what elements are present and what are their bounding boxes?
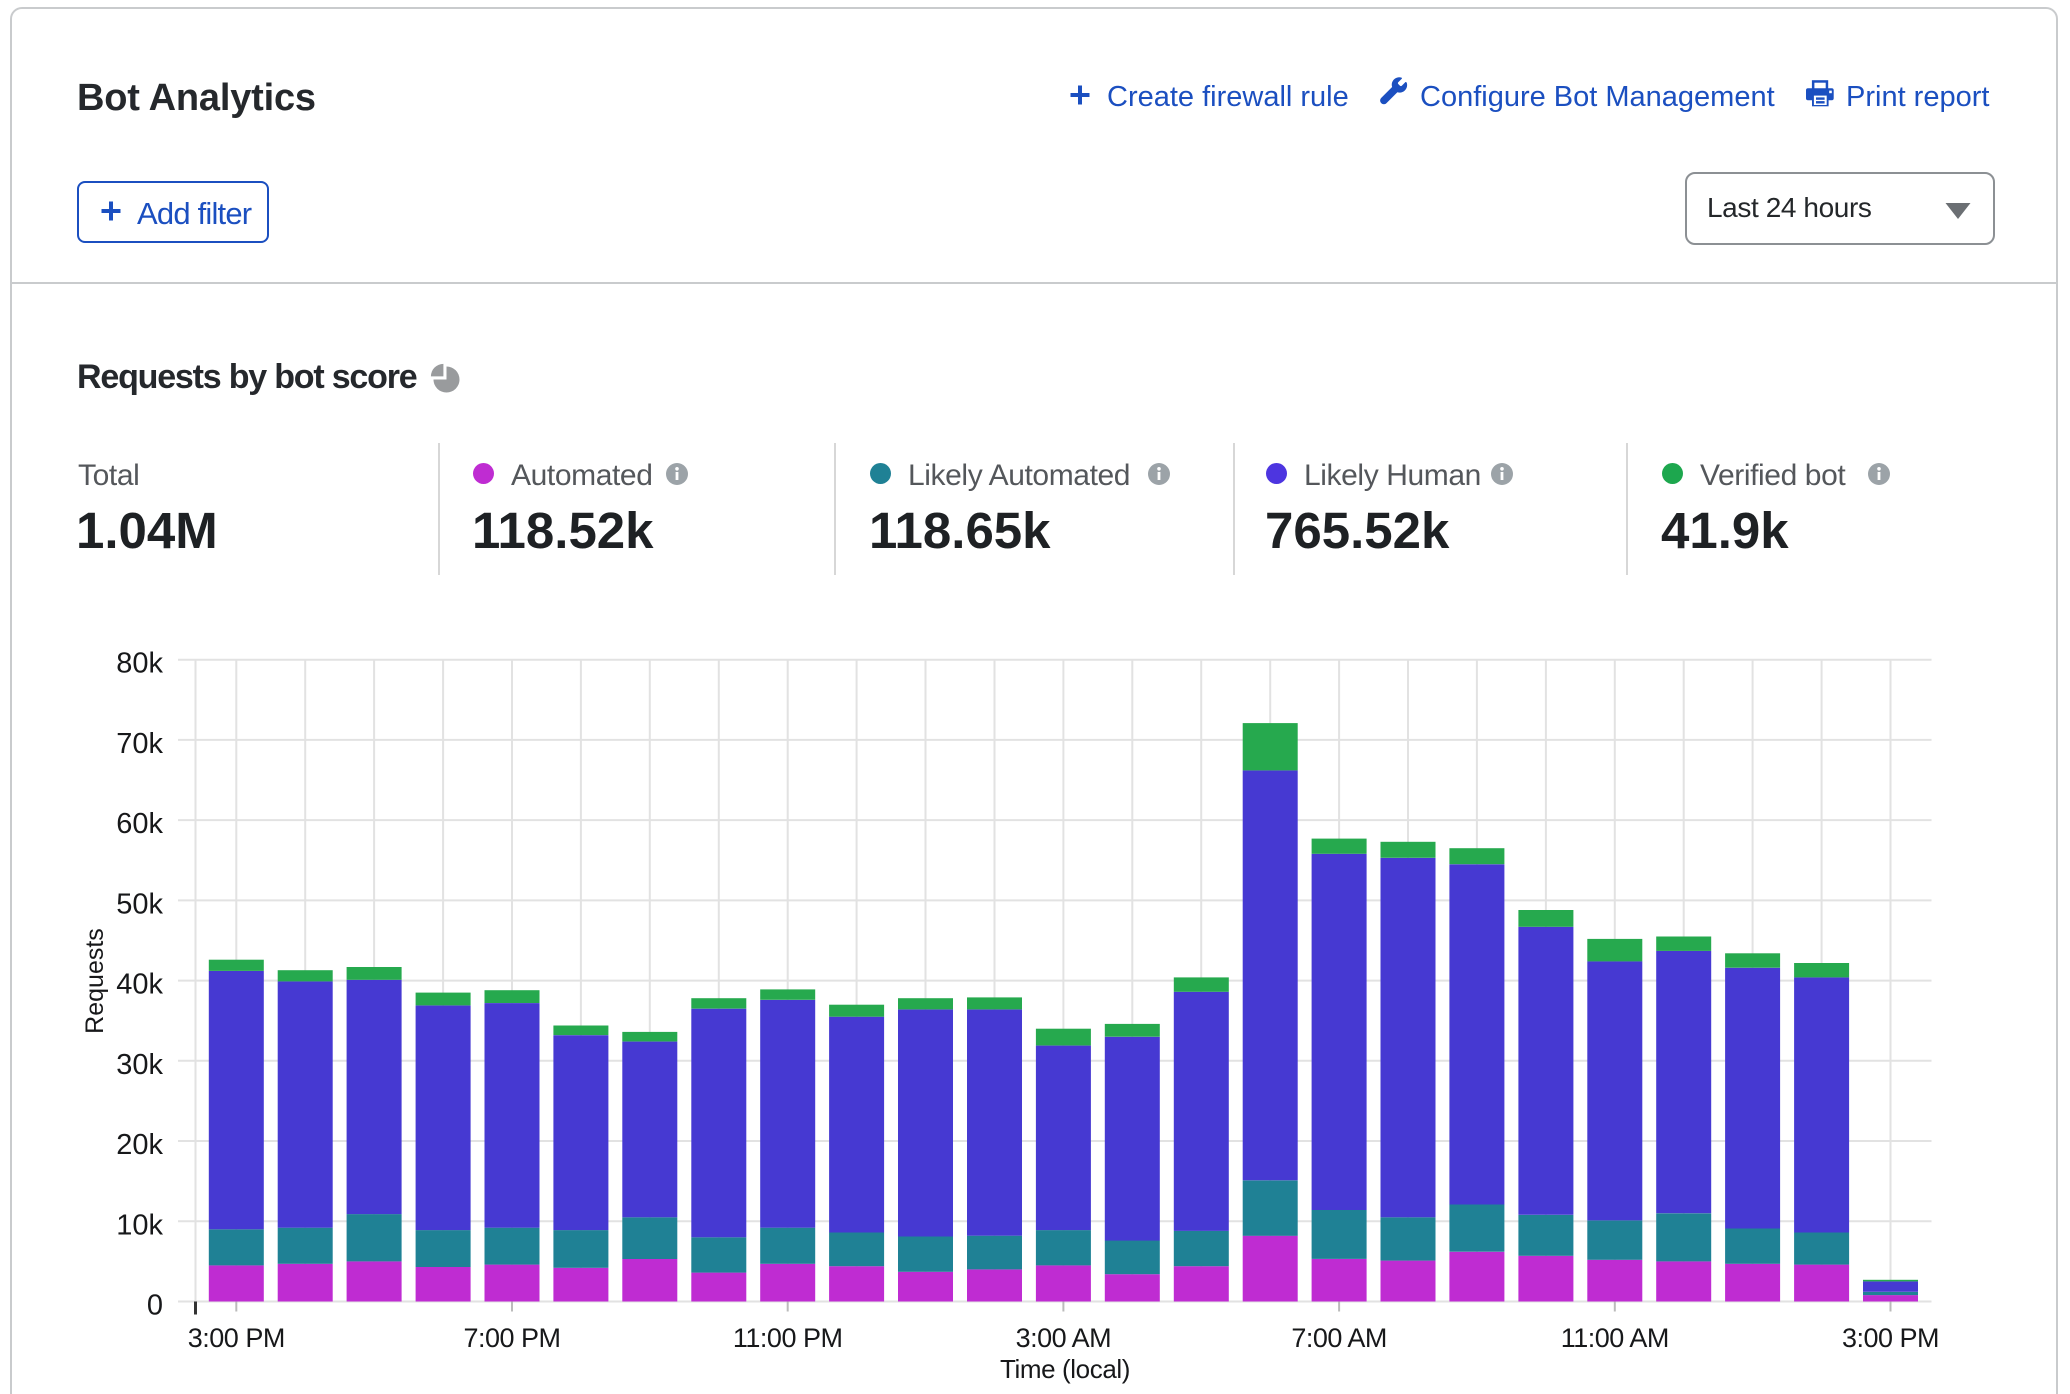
- svg-text:40k: 40k: [116, 969, 163, 1001]
- svg-text:11:00 PM: 11:00 PM: [733, 1323, 843, 1353]
- svg-text:3:00 AM: 3:00 AM: [1016, 1323, 1112, 1353]
- svg-text:30k: 30k: [116, 1049, 163, 1081]
- svg-text:50k: 50k: [116, 888, 163, 920]
- svg-text:3:00 PM: 3:00 PM: [188, 1323, 285, 1353]
- svg-text:11:00 AM: 11:00 AM: [1561, 1323, 1669, 1353]
- svg-text:10k: 10k: [116, 1209, 163, 1241]
- svg-text:60k: 60k: [116, 808, 163, 840]
- svg-text:7:00 PM: 7:00 PM: [463, 1323, 560, 1353]
- svg-text:7:00 AM: 7:00 AM: [1291, 1323, 1387, 1353]
- svg-text:3:00 PM: 3:00 PM: [1842, 1323, 1939, 1353]
- svg-text:0: 0: [147, 1290, 163, 1322]
- svg-text:70k: 70k: [116, 728, 163, 760]
- svg-text:20k: 20k: [116, 1129, 163, 1161]
- svg-text:80k: 80k: [116, 648, 163, 680]
- svg-text:Time (local): Time (local): [1000, 1354, 1130, 1384]
- svg-text:Requests: Requests: [81, 928, 109, 1034]
